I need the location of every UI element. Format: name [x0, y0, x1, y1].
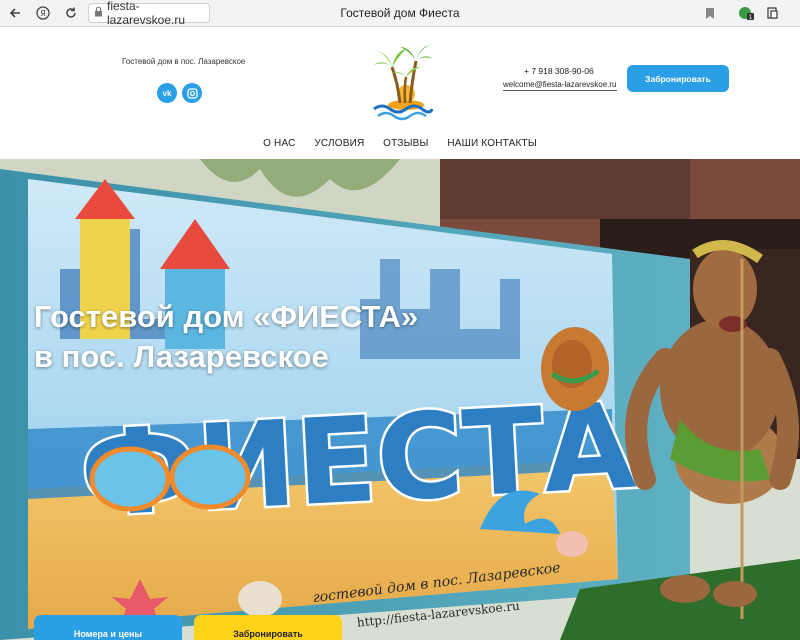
address-bar[interactable]: fiesta-lazarevskoe.ru [88, 0, 210, 27]
phone-number[interactable]: + 7 918 308-90-06 [524, 66, 594, 76]
main-nav: О НАС УСЛОВИЯ ОТЗЫВЫ НАШИ КОНТАКТЫ [0, 138, 800, 149]
nav-item-about[interactable]: О НАС [263, 138, 295, 149]
hero-title-line1: Гостевой дом «ФИЕСТА» [34, 299, 419, 334]
browser-toolbar: Я fiesta-lazarevskoe.ru Гостевой дом Фие… [0, 0, 800, 27]
hero-title-line2: в пос. Лазаревское [34, 339, 329, 374]
instagram-icon[interactable] [182, 83, 202, 103]
hero-photo: ФИЕСТА гостевой дом в пос. Лазаревское h… [0, 159, 800, 640]
bookmark-icon[interactable] [701, 4, 719, 22]
url-text: fiesta-lazarevskoe.ru [107, 0, 186, 27]
nav-item-contacts[interactable]: НАШИ КОНТАКТЫ [447, 138, 537, 149]
site-logo[interactable] [370, 39, 434, 121]
yandex-icon[interactable]: Я [34, 4, 52, 22]
lock-icon [94, 6, 103, 20]
nav-item-conditions[interactable]: УСЛОВИЯ [314, 138, 364, 149]
svg-text:Я: Я [40, 9, 46, 18]
downloads-icon[interactable] [764, 4, 782, 22]
svg-text:1: 1 [749, 14, 753, 21]
extension-shield-icon[interactable]: 1 [737, 4, 755, 22]
hero-section: ФИЕСТА гостевой дом в пос. Лазаревское h… [0, 159, 800, 640]
nav-item-reviews[interactable]: ОТЗЫВЫ [383, 138, 428, 149]
hero-title: Гостевой дом «ФИЕСТА» в пос. Лазаревское [34, 297, 418, 377]
vk-icon[interactable]: vk [157, 83, 177, 103]
reload-icon[interactable] [62, 4, 80, 22]
site-tagline: Гостевой дом в пос. Лазаревское [122, 57, 246, 66]
tab-title: Гостевой дом Фиеста [340, 6, 460, 20]
back-arrow-icon[interactable] [6, 4, 24, 22]
book-button-hero[interactable]: Забронировать [194, 615, 342, 640]
book-button-header[interactable]: Забронировать [627, 65, 729, 92]
site-header: Гостевой дом в пос. Лазаревское vk + 7 9… [0, 27, 800, 159]
email-link[interactable]: welcome@fiesta-lazarevskoe.ru [503, 80, 617, 91]
rooms-prices-button[interactable]: Номера и цены [34, 615, 182, 640]
